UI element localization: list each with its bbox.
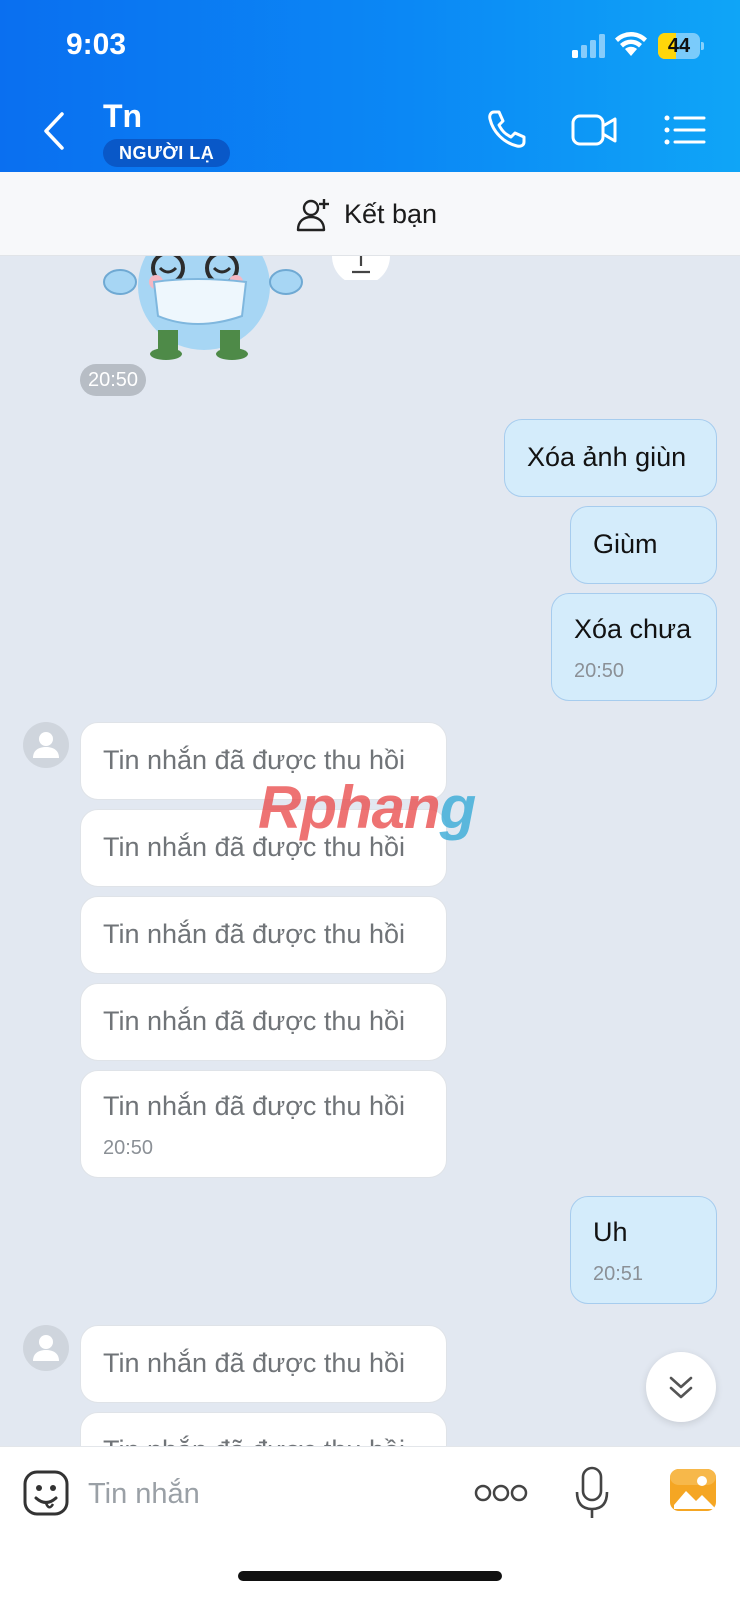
message-text: Tin nhắn đã được thu hồi [103, 1348, 405, 1378]
add-friend-button[interactable]: Kết bạn [296, 194, 437, 234]
list-menu-button[interactable] [662, 108, 710, 152]
more-options-button[interactable] [474, 1481, 528, 1505]
incoming-message[interactable]: Tin nhắn đã được thu hồi [80, 983, 447, 1061]
microphone-button[interactable] [574, 1465, 610, 1521]
photo-gallery-button[interactable] [668, 1467, 718, 1513]
watermark-logo: Rphang [258, 774, 476, 841]
status-time: 9:03 [66, 28, 127, 61]
message-text: Xóa ảnh giùn [527, 442, 687, 472]
default-avatar-icon [33, 1335, 59, 1361]
add-person-icon [296, 199, 329, 232]
outgoing-message[interactable]: Xóa chưa 20:50 [551, 593, 717, 701]
phone-call-button[interactable] [484, 108, 532, 152]
add-friend-label: Kết bạn [344, 198, 438, 229]
outgoing-message[interactable]: Xóa ảnh giùn [504, 419, 717, 497]
message-text: Uh [593, 1217, 628, 1247]
message-text: Tin nhắn đã được thu hồi [103, 1435, 405, 1446]
stranger-badge: NGƯỜI LẠ [103, 139, 231, 167]
message-text: Tin nhắn đã được thu hồi [103, 1091, 405, 1121]
message-text: Tin nhắn đã được thu hồi [103, 919, 405, 949]
download-icon[interactable] [332, 256, 390, 280]
message-input[interactable] [88, 1471, 448, 1517]
chat-header: 9:03 44 Tn NGƯỜI LẠ [0, 0, 740, 172]
message-input-bar [0, 1446, 740, 1600]
default-avatar-icon [33, 732, 59, 758]
wifi-icon [615, 32, 647, 56]
message-text: Xóa chưa [574, 614, 692, 644]
message-time: 20:50 [574, 660, 625, 682]
message-text: Tin nhắn đã được thu hồi [103, 745, 405, 775]
timestamp-pill: 20:50 [80, 364, 147, 396]
incoming-message[interactable]: Tin nhắn đã được thu hồi [80, 1325, 447, 1403]
back-button[interactable] [36, 108, 76, 154]
message-text: Tin nhắn đã được thu hồi [103, 1006, 405, 1036]
outgoing-message[interactable]: Uh 20:51 [570, 1196, 717, 1304]
double-chevron-down-icon [669, 1376, 693, 1399]
message-time: 20:51 [593, 1263, 644, 1285]
message-text: Giùm [593, 529, 658, 559]
contact-name[interactable]: Tn [103, 98, 142, 135]
video-call-button[interactable] [570, 108, 618, 152]
emoji-sticker-button[interactable] [22, 1469, 70, 1517]
outgoing-message[interactable]: Giùm [570, 506, 717, 584]
avatar[interactable] [23, 1325, 69, 1371]
chat-messages[interactable]: 20:50 Xóa ảnh giùn Giùm Xóa chưa 20:50 T… [0, 256, 740, 1446]
battery-level: 44 [667, 35, 691, 57]
cellular-signal-icon [572, 34, 605, 58]
incoming-message[interactable]: Tin nhắn đã được thu hồi 20:50 [80, 1070, 447, 1178]
battery-indicator: 44 [658, 33, 704, 59]
add-friend-bar: Kết bạn [0, 172, 740, 256]
avatar[interactable] [23, 722, 69, 768]
incoming-message[interactable]: Tin nhắn đã được thu hồi [80, 1412, 447, 1446]
home-indicator [238, 1571, 502, 1581]
scroll-to-bottom-button[interactable] [646, 1352, 716, 1422]
message-time: 20:50 [103, 1137, 154, 1159]
incoming-message[interactable]: Tin nhắn đã được thu hồi [80, 896, 447, 974]
mascot-sticker[interactable] [96, 256, 316, 372]
